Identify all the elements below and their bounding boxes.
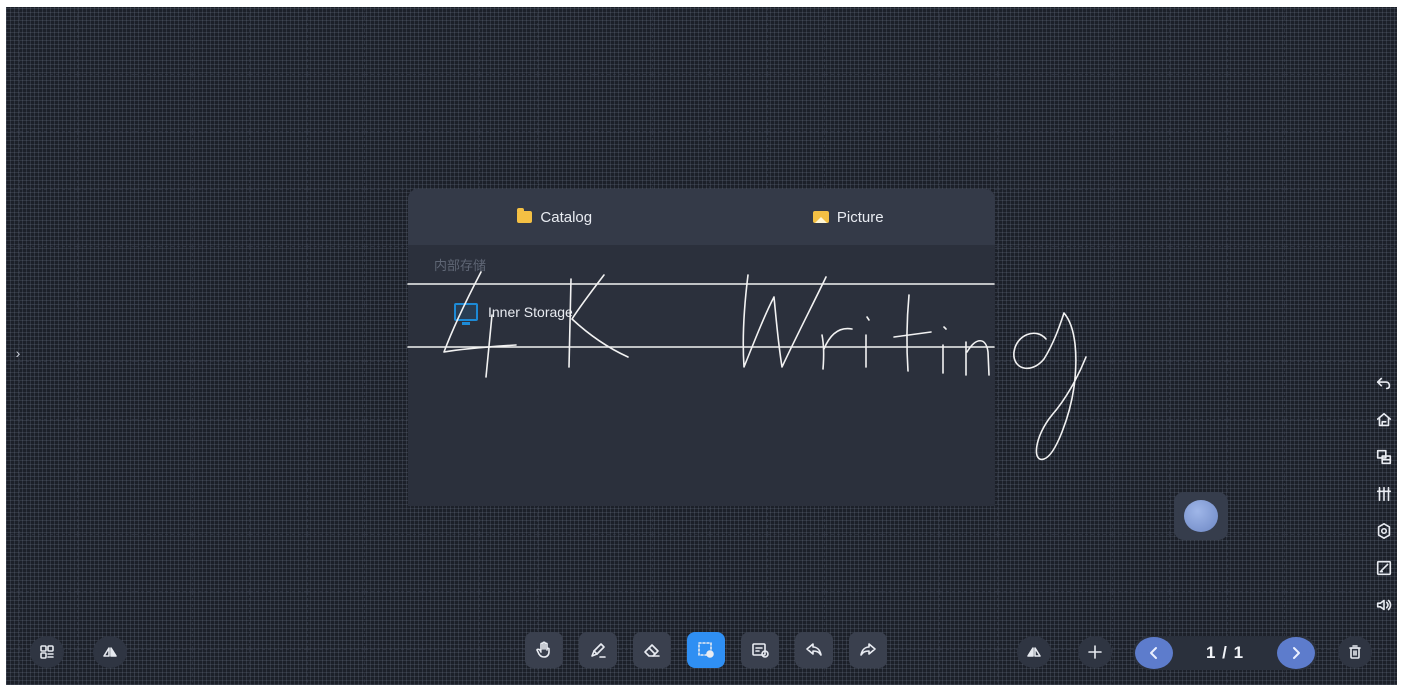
insert-media-icon: [752, 643, 769, 658]
hand-icon: [536, 641, 550, 658]
volume-button[interactable]: [1372, 592, 1396, 617]
home-icon: [1376, 412, 1392, 426]
undo-icon: [806, 643, 822, 656]
next-page-button[interactable]: [1277, 637, 1315, 669]
floating-assistant-ball[interactable]: [1174, 492, 1228, 540]
insert-tool[interactable]: [741, 632, 779, 668]
monitor-icon: [454, 303, 478, 325]
page-indicator: 1 / 1: [1205, 643, 1245, 662]
settings-button[interactable]: [1372, 518, 1396, 543]
back-button[interactable]: [1372, 370, 1396, 395]
add-page-icon: [1088, 645, 1102, 659]
chevron-left-icon: [1150, 647, 1157, 659]
hand-tool[interactable]: [525, 632, 563, 668]
triangle-tools-button-right[interactable]: [1017, 636, 1051, 668]
tab-catalog[interactable]: Catalog: [408, 189, 702, 245]
pens-icon: [1376, 486, 1392, 501]
window-button[interactable]: [1372, 444, 1396, 469]
triangle-tools-button-left[interactable]: [93, 636, 127, 668]
home-button[interactable]: [1372, 407, 1396, 432]
dialog-tab-bar: Catalog Picture: [408, 189, 995, 245]
note-edit-button[interactable]: [1372, 555, 1396, 580]
inner-storage-label: Inner Storage: [488, 304, 573, 320]
add-page-button[interactable]: [1078, 636, 1112, 668]
redo-tool[interactable]: [849, 632, 887, 668]
file-browser-dialog: Catalog Picture 内部存储 Inner Storage: [408, 189, 995, 506]
volume-icon: [1376, 599, 1392, 610]
trash-icon: [1349, 645, 1361, 659]
settings-icon: [1377, 522, 1391, 539]
page-navigator: 1 / 1: [1133, 636, 1317, 670]
redo-icon: [860, 643, 876, 656]
inner-storage-item[interactable]: Inner Storage: [454, 303, 573, 325]
tab-picture[interactable]: Picture: [702, 189, 996, 245]
eraser-icon: [644, 644, 660, 657]
sidebar-expand-chevron-icon[interactable]: ›: [10, 340, 26, 366]
tab-catalog-label: Catalog: [540, 208, 593, 226]
window-icon: [1376, 449, 1392, 464]
assistant-ball-icon: [1184, 500, 1218, 532]
pen-tool[interactable]: [579, 632, 617, 668]
picture-icon: [812, 211, 829, 223]
select-tool[interactable]: [687, 632, 725, 668]
triangle-tools-icon: [1027, 647, 1041, 657]
pens-button[interactable]: [1372, 481, 1396, 506]
lasso-select-icon: [698, 642, 714, 658]
tab-picture-label: Picture: [836, 208, 884, 226]
dialog-section-title: 内部存储: [434, 258, 487, 273]
right-toolbar: [1370, 370, 1398, 617]
note-edit-icon: [1376, 560, 1392, 575]
undo-icon: [1376, 377, 1391, 389]
eraser-tool[interactable]: [633, 632, 671, 668]
delete-page-button[interactable]: [1338, 636, 1372, 668]
chevron-right-icon: [1293, 647, 1300, 659]
apps-icon: [40, 645, 54, 659]
previous-page-button[interactable]: [1135, 637, 1173, 669]
folder-icon: [517, 208, 533, 223]
pen-icon: [591, 643, 606, 658]
triangle-tools-icon: [103, 647, 117, 657]
undo-tool[interactable]: [795, 632, 833, 668]
apps-menu-button[interactable]: [30, 636, 64, 668]
